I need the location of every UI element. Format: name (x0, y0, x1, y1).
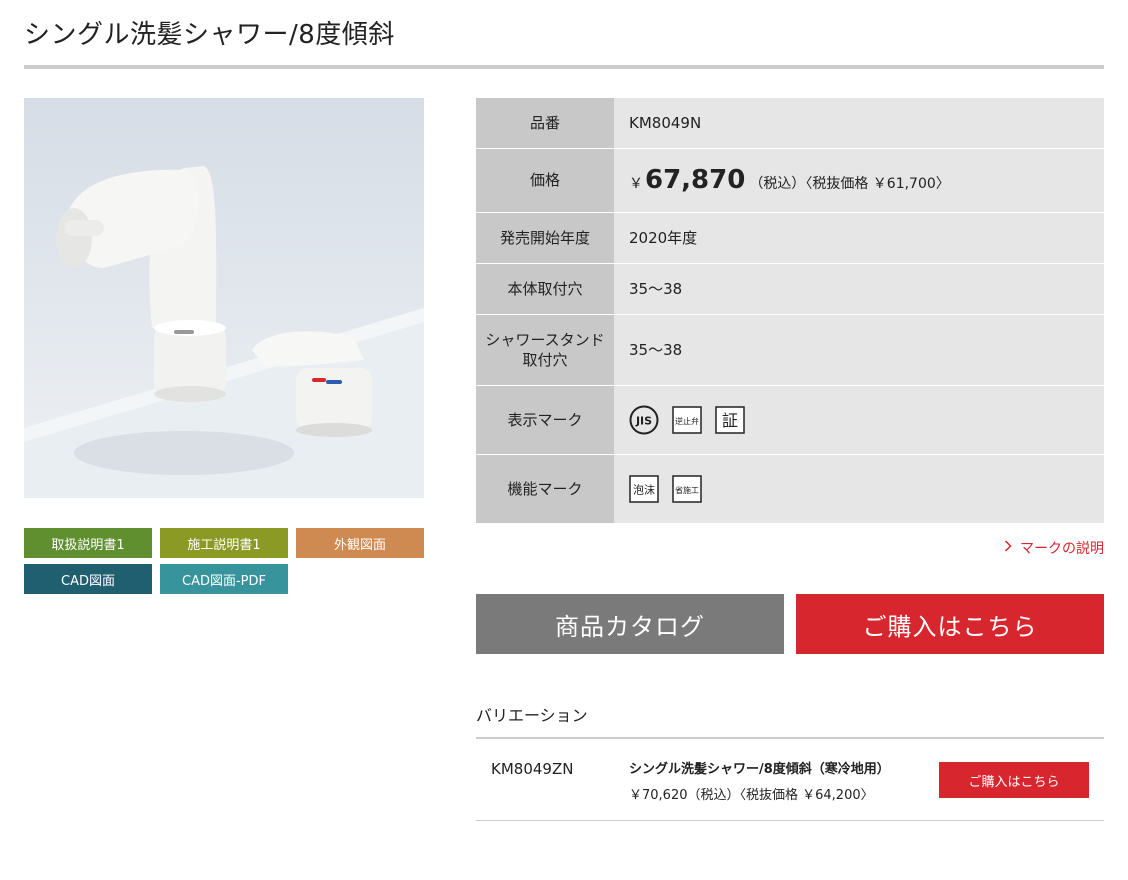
foam-mark-icon: 泡沫 (629, 474, 659, 503)
spec-row-release: 発売開始年度 2020年度 (476, 212, 1104, 264)
variation-name: シングル洗髪シャワー/8度傾斜（寒冷地用） (629, 762, 890, 777)
shower-hole-size: 35〜38 (614, 314, 1104, 386)
spec-label: 機能マーク (476, 454, 614, 524)
chevron-right-icon (1004, 540, 1012, 556)
variation-purchase-button[interactable]: ご購入はこちら (939, 762, 1089, 798)
exterior-drawing-button[interactable]: 外観図面 (296, 528, 424, 558)
part-number: KM8049N (614, 98, 1104, 149)
price-amount: 67,870 (645, 165, 746, 195)
price-value: ￥67,870 （税込）〈税抜価格 ￥61,700〉 (614, 148, 1104, 213)
price-note: （税込）〈税抜価格 ￥61,700〉 (749, 176, 950, 192)
purchase-button[interactable]: ご購入はこちら (796, 594, 1104, 654)
certification-mark-text: 証 (722, 411, 738, 430)
easy-install-mark-text: 省施工 (675, 485, 699, 495)
foam-mark-text: 泡沫 (633, 482, 655, 496)
cad-pdf-button[interactable]: CAD図面-PDF (160, 564, 288, 594)
variation-divider-bottom (476, 820, 1104, 821)
body-hole-size: 35〜38 (614, 263, 1104, 315)
variation-code: KM8049ZN (491, 760, 574, 778)
catalog-button[interactable]: 商品カタログ (476, 594, 784, 654)
page-title: シングル洗髪シャワー/8度傾斜 (24, 20, 395, 50)
spec-label: 本体取付穴 (476, 263, 614, 315)
certification-mark-icon: 証 (714, 405, 745, 434)
variation-price: ￥70,620（税込）〈税抜価格 ￥64,200〉 (629, 788, 874, 803)
jis-mark-text: JIS (635, 414, 652, 427)
spec-label: 価格 (476, 148, 614, 213)
jis-mark-icon: JIS (629, 405, 659, 435)
spec-row-part-no: 品番 KM8049N (476, 98, 1104, 149)
manual-button[interactable]: 取扱説明書1 (24, 528, 152, 558)
spec-row-function-marks: 機能マーク 泡沫 省施工 (476, 454, 1104, 524)
variation-heading: バリエーション (476, 706, 588, 725)
spec-row-shower-hole: シャワースタンド取付穴 35〜38 (476, 314, 1104, 386)
spec-label: 表示マーク (476, 385, 614, 455)
spec-label: 発売開始年度 (476, 212, 614, 264)
check-valve-mark-icon: 逆止弁 (672, 405, 702, 434)
spec-label: 品番 (476, 98, 614, 149)
price-currency: ￥ (629, 176, 643, 192)
product-image (24, 98, 424, 498)
easy-install-mark-icon: 省施工 (672, 474, 702, 503)
spec-row-display-marks: 表示マーク JIS 逆止弁 証 (476, 385, 1104, 455)
install-manual-button[interactable]: 施工説明書1 (160, 528, 288, 558)
spec-row-body-hole: 本体取付穴 35〜38 (476, 263, 1104, 315)
function-marks: 泡沫 省施工 (614, 454, 1104, 524)
title-divider (24, 65, 1104, 69)
variation-divider-top (476, 737, 1104, 739)
spec-table: 品番 KM8049N 価格 ￥67,870 （税込）〈税抜価格 ￥61,700〉 … (476, 98, 1104, 524)
spec-row-price: 価格 ￥67,870 （税込）〈税抜価格 ￥61,700〉 (476, 148, 1104, 213)
mark-explanation-link[interactable]: マークの説明 (1004, 538, 1104, 558)
release-year: 2020年度 (614, 212, 1104, 264)
display-marks: JIS 逆止弁 証 (614, 385, 1104, 455)
check-valve-mark-text: 逆止弁 (675, 416, 699, 426)
spec-label: シャワースタンド取付穴 (476, 314, 614, 386)
mark-explanation-label: マークの説明 (1020, 541, 1104, 557)
cad-drawing-button[interactable]: CAD図面 (24, 564, 152, 594)
